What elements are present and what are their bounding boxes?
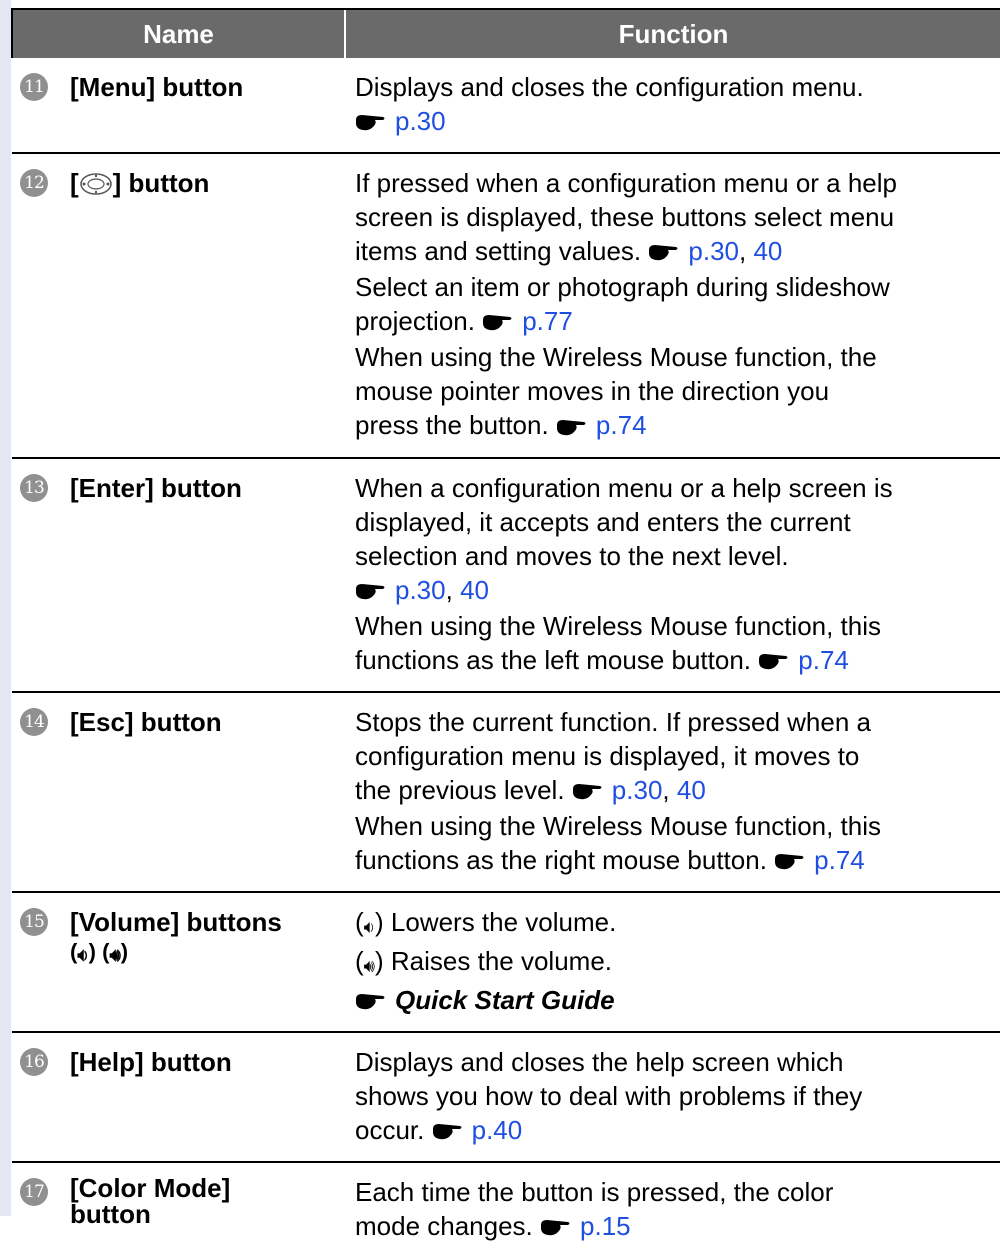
name-column-header: Name <box>11 8 345 58</box>
table-row: 16 [Help] button Displays and closes the… <box>12 1032 1000 1164</box>
pointing-hand-icon <box>355 106 387 140</box>
function-text: Displays and closes the configuration me… <box>355 72 864 102</box>
page-reference-link[interactable]: p.40 <box>472 1115 523 1145</box>
button-name: [] button <box>70 166 209 204</box>
pointing-hand-icon <box>482 306 514 340</box>
table-row: 17 [Color Mode] button Each time the but… <box>12 1162 1000 1257</box>
callout-number: 15 <box>20 908 48 936</box>
page-reference-link[interactable]: p.74 <box>798 645 849 675</box>
callout-number: 17 <box>20 1178 48 1207</box>
pointing-hand-icon <box>540 1211 572 1245</box>
button-name: [Enter] button <box>70 472 242 503</box>
page-reference-link[interactable]: 40 <box>677 775 706 805</box>
button-name: [Volume] buttons (🔉︎) (🔊︎) <box>70 905 282 968</box>
volume-up-icon: 🔊︎ <box>363 956 376 976</box>
quick-start-guide-reference: Quick Start Guide <box>395 985 615 1015</box>
pointing-hand-icon <box>355 985 387 1019</box>
page-reference-link[interactable]: 40 <box>460 575 489 605</box>
callout-number: 14 <box>20 707 48 736</box>
table-row: 12 [] button If pressed when a configura… <box>12 153 1000 459</box>
page-reference-link[interactable]: p.30 <box>612 775 663 805</box>
function-column-header: Function <box>344 8 1000 58</box>
callout-number: 13 <box>20 473 48 502</box>
volume-down-icon: 🔉︎ <box>77 945 89 965</box>
page-reference-link[interactable]: p.30 <box>395 575 446 605</box>
table-row: 15 [Volume] buttons (🔉︎) (🔊︎) (🔉︎) Lower… <box>12 892 1000 1034</box>
pointing-hand-icon <box>572 775 604 809</box>
table-row: 14 [Esc] button Stops the current functi… <box>12 691 1000 894</box>
volume-down-icon: 🔉︎ <box>363 917 376 937</box>
button-name: [Menu] button <box>70 72 244 102</box>
callout-number: 12 <box>20 169 48 198</box>
volume-up-icon: 🔊︎ <box>109 945 121 965</box>
pointing-hand-icon <box>774 845 806 879</box>
callout-number: 16 <box>20 1048 48 1077</box>
directional-pad-icon <box>79 170 113 204</box>
page-reference-link[interactable]: 40 <box>753 236 782 266</box>
pointing-hand-icon <box>556 411 588 445</box>
pointing-hand-icon <box>355 575 387 609</box>
page-reference-link[interactable]: p.74 <box>814 845 865 875</box>
pointing-hand-icon <box>432 1115 464 1149</box>
callout-number: 11 <box>20 73 48 101</box>
pointing-hand-icon <box>758 645 790 679</box>
button-name: [Color Mode] button <box>70 1173 231 1230</box>
button-name: [Esc] button <box>70 706 222 737</box>
page-reference-link[interactable]: p.74 <box>596 410 647 440</box>
left-margin-band <box>0 0 11 1216</box>
table-row: 13 [Enter] button When a configuration m… <box>12 457 1000 693</box>
page-reference-link[interactable]: p.30 <box>688 236 739 266</box>
page-reference-link[interactable]: p.30 <box>395 106 446 136</box>
table-header-row: Name Function <box>11 8 1000 58</box>
page-reference-link[interactable]: p.77 <box>522 306 573 336</box>
function-table: Name Function 11 [Menu] button Displays … <box>11 8 1000 1257</box>
table-row: 11 [Menu] button Displays and closes the… <box>12 58 1000 155</box>
button-name: [Help] button <box>70 1047 232 1078</box>
pointing-hand-icon <box>648 236 680 270</box>
